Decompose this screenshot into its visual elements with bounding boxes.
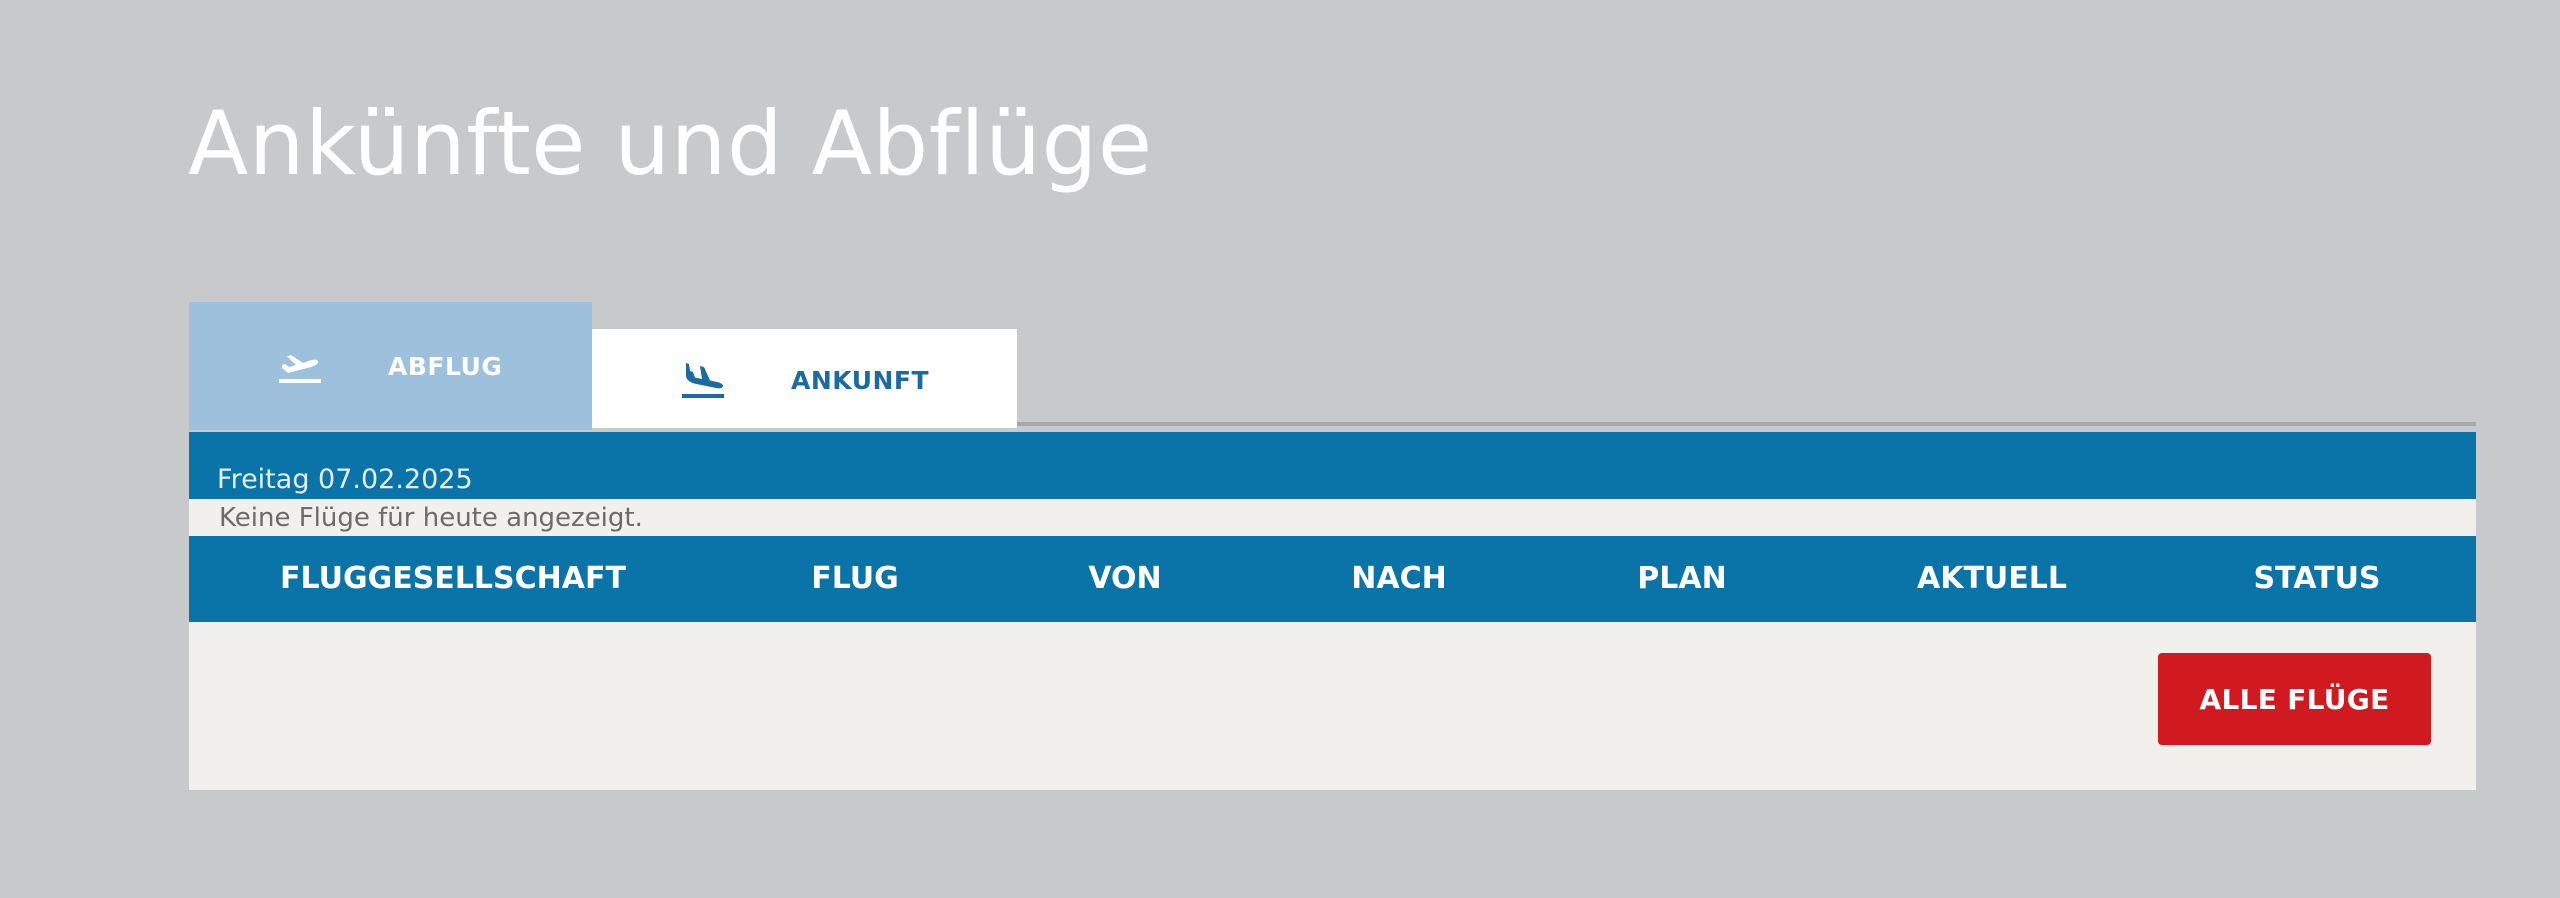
column-header-actual: AKTUELL bbox=[1916, 561, 2068, 596]
column-header-scheduled: PLAN bbox=[1637, 561, 1727, 596]
column-header-status: STATUS bbox=[2253, 561, 2381, 596]
tab-departure-label: ABFLUG bbox=[388, 352, 503, 381]
empty-notice: Keine Flüge für heute angezeigt. bbox=[189, 499, 2476, 536]
tab-arrival-label: ANKUNFT bbox=[791, 366, 930, 395]
column-header-airline: FLUGGESELLSCHAFT bbox=[280, 561, 626, 596]
column-header-from: VON bbox=[1088, 561, 1162, 596]
empty-notice-text: Keine Flüge für heute angezeigt. bbox=[219, 503, 643, 533]
page-title: Ankünfte und Abflüge bbox=[188, 92, 1153, 195]
tab-arrival[interactable]: ANKUNFT bbox=[592, 329, 1017, 428]
tab-departure[interactable]: ABFLUG bbox=[189, 302, 592, 430]
flight-table-body bbox=[189, 622, 2476, 790]
plane-arrival-icon bbox=[682, 363, 724, 398]
date-label: Freitag 07.02.2025 bbox=[217, 464, 473, 495]
all-flights-button[interactable]: ALLE FLÜGE bbox=[2158, 653, 2431, 745]
flight-table-header: FLUGGESELLSCHAFT FLUG VON NACH PLAN AKTU… bbox=[189, 536, 2476, 622]
date-bar: Freitag 07.02.2025 bbox=[189, 432, 2476, 499]
column-header-to: NACH bbox=[1351, 561, 1447, 596]
plane-departure-icon bbox=[279, 355, 321, 383]
column-header-flight: FLUG bbox=[811, 561, 899, 596]
tab-divider bbox=[1017, 422, 2476, 426]
